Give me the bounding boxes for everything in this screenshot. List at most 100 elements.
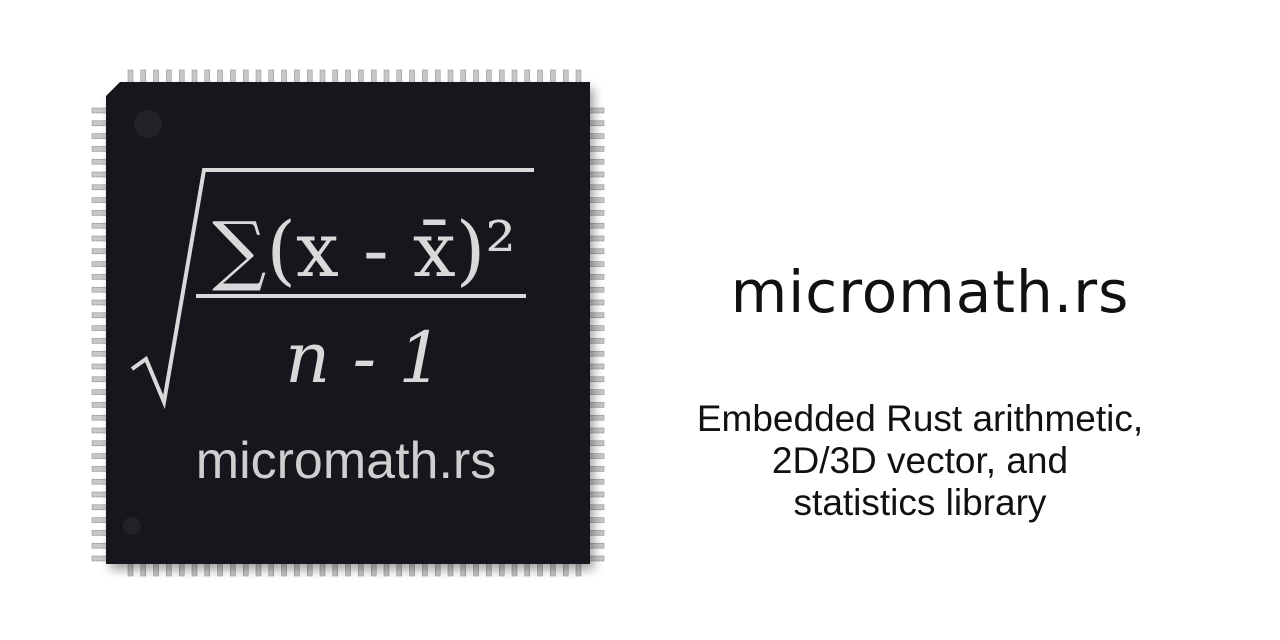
chip-pin <box>91 350 109 357</box>
chip-pin <box>587 363 605 370</box>
chip-pin <box>460 561 467 577</box>
chip-pin <box>91 440 109 447</box>
chip-pin <box>91 491 109 498</box>
chip-pin <box>562 561 569 577</box>
chip-pin <box>587 222 605 229</box>
chip-pin <box>587 453 605 459</box>
chip-pin <box>587 504 605 511</box>
chip-pin <box>91 453 109 459</box>
chip-pin <box>281 561 287 577</box>
chip-pin <box>587 299 605 306</box>
chip-pin <box>91 133 109 139</box>
chip-pin <box>91 299 109 306</box>
chip-pin <box>281 69 287 85</box>
chip-dot-small <box>123 517 141 535</box>
chip-pin <box>587 261 605 267</box>
chip-pin <box>587 235 605 242</box>
chip-pin <box>370 69 377 85</box>
chip-pin <box>587 542 605 549</box>
chip-pin <box>319 561 326 577</box>
chip-pin <box>587 274 605 280</box>
chip-pin <box>587 427 605 434</box>
chip-pin <box>587 286 605 293</box>
chip-pin <box>524 561 531 577</box>
chip-pin <box>255 561 262 577</box>
chip-pin <box>409 69 415 85</box>
chip-pin <box>242 69 249 85</box>
chip-pin <box>434 561 441 577</box>
chip-logo: ∑(x - x̄)² n - 1 micromath.rs <box>91 69 605 577</box>
chip-pin <box>140 561 147 577</box>
chip-pin <box>91 274 109 280</box>
chip-pin <box>422 69 428 85</box>
chip-pin <box>91 184 109 191</box>
chip-label: micromath.rs <box>196 432 496 490</box>
chip-pin <box>153 561 159 577</box>
chip-pin <box>587 120 605 127</box>
chip-pin <box>498 561 505 577</box>
chip-pin <box>91 363 109 370</box>
chip-pin <box>91 222 109 229</box>
chip-pin <box>91 197 109 203</box>
chip-pin <box>587 210 605 216</box>
chip-pin <box>370 561 377 577</box>
chip-pin <box>230 69 236 85</box>
chip-pin <box>587 466 605 472</box>
chip-pin <box>358 561 364 577</box>
chip-pin <box>587 376 605 383</box>
chip-pin <box>91 530 109 536</box>
chip-pin <box>358 69 364 85</box>
chip-pin <box>230 561 236 577</box>
chip-pin <box>473 69 479 85</box>
chip-pin <box>345 561 351 577</box>
subtitle-line: Embedded Rust arithmetic, <box>696 398 1144 439</box>
chip-pin <box>178 69 185 85</box>
chip-pin <box>575 69 582 85</box>
subtitle-line: statistics library <box>793 482 1047 523</box>
chip-pin <box>91 542 109 549</box>
chip-pin <box>178 561 185 577</box>
chip-pin <box>91 427 109 434</box>
chip-pin <box>587 133 605 139</box>
chip-pin <box>587 158 605 165</box>
chip-pin <box>383 561 390 577</box>
chip-pin <box>191 561 198 577</box>
chip-pin <box>91 235 109 242</box>
chip-pin <box>473 561 479 577</box>
chip-pin <box>191 69 198 85</box>
chip-pin <box>587 491 605 498</box>
chip-pin <box>91 120 109 127</box>
chip-pin <box>319 69 326 85</box>
chip-pin <box>91 389 109 395</box>
subtitle-line: 2D/3D vector, and <box>771 440 1069 481</box>
chip-pin <box>91 338 109 344</box>
chip-pin <box>587 197 605 203</box>
chip-pin <box>91 414 109 421</box>
chip-pin <box>587 414 605 421</box>
chip-pin <box>587 389 605 395</box>
chip-pin <box>91 402 109 408</box>
chip-pin <box>537 69 543 85</box>
chip-pin <box>91 376 109 383</box>
chip-pin <box>332 69 339 85</box>
chip-pin <box>91 466 109 472</box>
chip-pin <box>486 561 492 577</box>
chip-pin <box>587 184 605 191</box>
chip-pin <box>153 69 159 85</box>
chip-pin <box>91 261 109 267</box>
chip-pin <box>91 286 109 293</box>
chip-pin <box>587 517 605 523</box>
chip-pin <box>242 561 249 577</box>
chip-pin <box>91 478 109 485</box>
chip-dot <box>134 110 162 138</box>
chip-pin <box>409 561 415 577</box>
chip-pin <box>587 530 605 536</box>
chip-pin <box>91 210 109 216</box>
chip-pin <box>217 69 223 85</box>
chip-pin <box>294 69 300 85</box>
chip-pin <box>447 561 454 577</box>
chip-pin <box>91 171 109 178</box>
chip-pin <box>91 555 109 562</box>
chip-pin <box>332 561 339 577</box>
chip-pin <box>587 107 605 114</box>
